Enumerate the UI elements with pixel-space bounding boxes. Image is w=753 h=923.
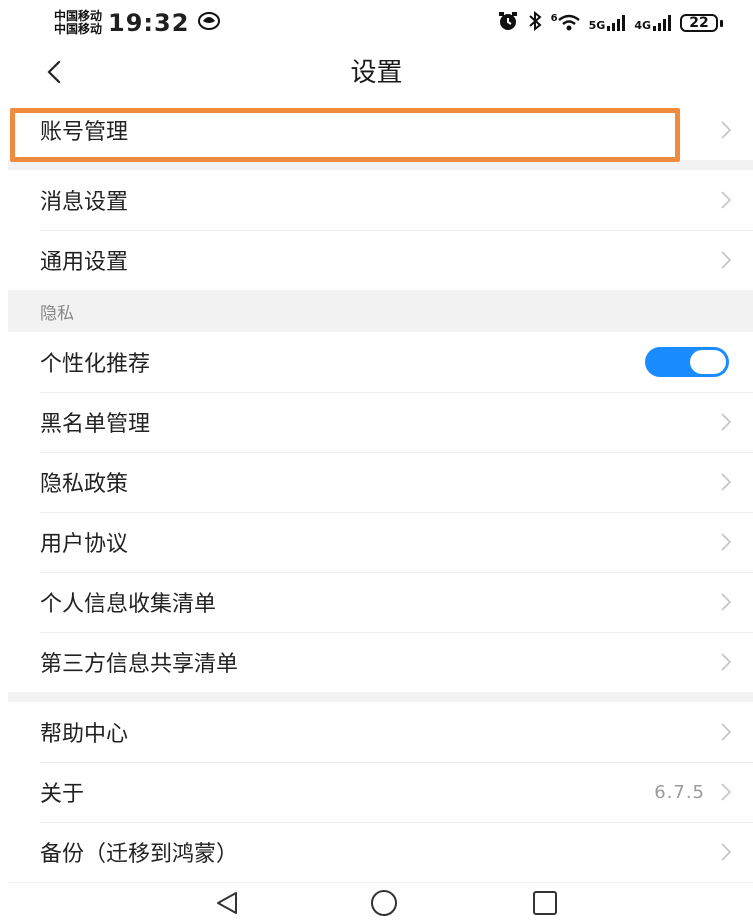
privacy-policy-item[interactable]: 隐私政策 [8,452,753,512]
list-item-label: 账号管理 [40,120,129,145]
chevron-right-icon [721,413,732,431]
page-title: 设置 [350,58,403,88]
system-nav-bar [0,883,753,923]
battery-tip [720,19,723,27]
chevron-right-icon [721,251,732,269]
message-settings-item[interactable]: 消息设置 [8,170,753,230]
network-type: 5G [588,19,606,32]
chevron-right-icon [721,653,732,671]
chevron-right-icon [721,723,732,741]
user-agreement-item[interactable]: 用户协议 [8,512,753,572]
help-center-item[interactable]: 帮助中心 [8,702,753,762]
section-divider [8,692,753,702]
list-item-label: 黑名单管理 [40,412,151,437]
signal-4g: 4G [634,15,671,31]
list-item-label: 隐私政策 [40,472,129,497]
list-item-label: 关于 [40,782,85,807]
general-settings-item[interactable]: 通用设置 [8,230,753,290]
list-item-label: 帮助中心 [40,722,129,747]
toggle-knob [690,350,726,374]
list-item-label: 第三方信息共享清单 [40,652,239,677]
help-section: 帮助中心 关于 6.7.5 备份（迁移到鸿蒙） [8,702,753,882]
signal-5g: 5G [589,15,626,31]
chevron-right-icon [721,533,732,551]
settings-screen: 中国移动 中国移动 19:32 6 5G 4G 22 设置 账号管理 消息设置 … [0,0,753,923]
version-number: 6.7.5 [654,781,705,803]
chevron-right-icon [721,783,732,801]
backup-migrate-item[interactable]: 备份（迁移到鸿蒙） [8,822,753,882]
clock: 19:32 [108,9,190,37]
chevron-right-icon [721,593,732,611]
chevron-right-icon [721,473,732,491]
privacy-section: 个性化推荐 黑名单管理 隐私政策 用户协议 个人信息收集清单 第三方信息共享清单 [8,332,753,692]
back-icon[interactable] [37,54,73,90]
nav-bar: 设置 [0,46,753,100]
wifi-icon: 6 [551,14,580,32]
blacklist-item[interactable]: 黑名单管理 [8,392,753,452]
signal-bars-icon [653,15,671,31]
account-section: 账号管理 [8,100,753,160]
list-item-label: 通用设置 [40,250,129,275]
wifi-badge: 6 [550,13,558,24]
status-bar: 中国移动 中国移动 19:32 6 5G 4G 22 [0,0,753,46]
list-item-label: 用户协议 [40,532,129,557]
chevron-right-icon [721,121,732,139]
carrier-info: 中国移动 中国移动 [54,10,102,36]
section-divider [8,160,753,170]
chevron-right-icon [721,191,732,209]
notification-icon [197,11,221,35]
settings-list: 账号管理 消息设置 通用设置 隐私 个性化推荐 黑名单管理 隐私政策 用户协议 … [8,100,753,892]
home-circle-icon[interactable] [369,888,399,918]
personal-info-list-item[interactable]: 个人信息收集清单 [8,572,753,632]
third-party-sharing-list-item[interactable]: 第三方信息共享清单 [8,632,753,692]
signal-bars-icon [607,15,626,31]
account-management-item[interactable]: 账号管理 [8,100,753,160]
back-triangle-icon[interactable] [212,888,242,918]
alarm-icon [497,11,519,35]
privacy-section-header: 隐私 [8,290,753,332]
recents-square-icon[interactable] [530,888,560,918]
bluetooth-icon [528,10,542,35]
battery-icon: 22 [680,14,718,32]
list-item-label: 消息设置 [40,190,129,215]
personalized-recommendation-item: 个性化推荐 [8,332,753,392]
list-item-label: 备份（迁移到鸿蒙） [40,842,239,867]
carrier-name: 中国移动 [54,22,103,36]
list-item-label: 个人信息收集清单 [40,592,217,617]
network-type: 4G [634,19,651,32]
general-section: 消息设置 通用设置 [8,170,753,290]
about-item[interactable]: 关于 6.7.5 [8,762,753,822]
chevron-right-icon [721,843,732,861]
personalized-recommendation-toggle[interactable] [645,347,729,377]
list-item-label: 个性化推荐 [40,352,151,377]
